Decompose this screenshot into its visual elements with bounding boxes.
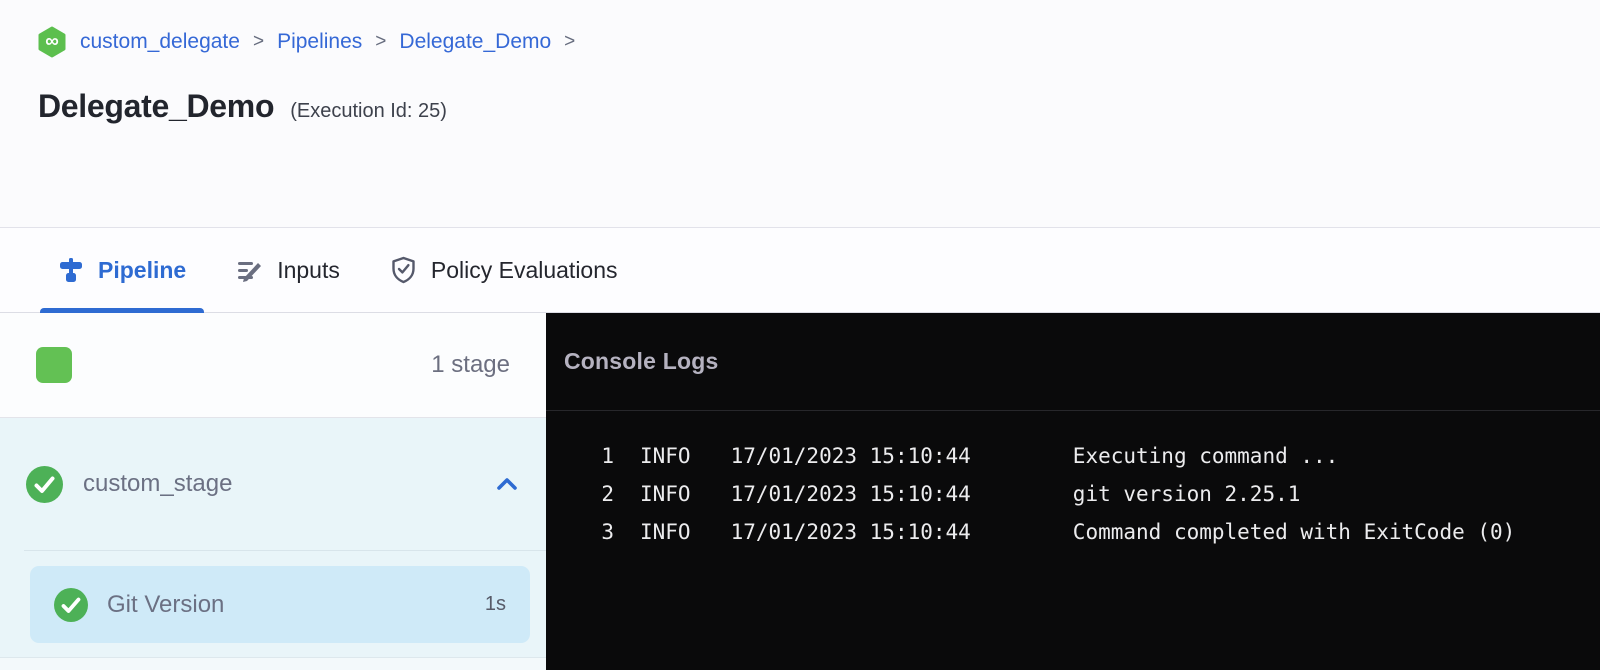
- title-row: Delegate_Demo (Execution Id: 25): [0, 58, 1600, 125]
- breadcrumb-separator: >: [252, 31, 265, 53]
- log-line-number: 1: [600, 444, 614, 468]
- tab-pipeline[interactable]: Pipeline: [40, 228, 204, 312]
- log-line: 2 INFO 17/01/2023 15:10:44 git version 2…: [546, 475, 1600, 513]
- log-level: INFO: [640, 482, 691, 506]
- log-level: INFO: [640, 520, 691, 544]
- stages-panel: 1 stage custom_stage: [0, 313, 546, 670]
- log-message: Executing command ...: [1073, 444, 1339, 468]
- console-log-list: 1 INFO 17/01/2023 15:10:44 Executing com…: [546, 411, 1600, 551]
- chevron-up-icon: [494, 474, 520, 494]
- execution-content: 1 stage custom_stage: [0, 313, 1600, 670]
- page-header: ∞ custom_delegate > Pipelines > Delegate…: [0, 0, 1600, 227]
- breadcrumb-separator: >: [563, 31, 576, 53]
- tab-inputs[interactable]: Inputs: [218, 228, 358, 312]
- step-name: Git Version: [107, 591, 224, 619]
- tab-bar: Pipeline Inputs Policy Evaluations: [0, 227, 1600, 313]
- step-row-git-version[interactable]: Git Version 1s: [30, 566, 530, 643]
- stage-count-label: 1 stage: [431, 351, 510, 379]
- stage-row-custom-stage[interactable]: custom_stage: [0, 418, 546, 550]
- tab-label: Inputs: [277, 257, 340, 284]
- execution-id-label: (Execution Id: 25): [290, 100, 447, 123]
- log-message: Command completed with ExitCode (0): [1073, 520, 1516, 544]
- app-root: ∞ custom_delegate > Pipelines > Delegate…: [0, 0, 1600, 670]
- console-title: Console Logs: [564, 348, 718, 375]
- breadcrumb-link-pipelines[interactable]: Pipelines: [277, 30, 362, 54]
- project-icon: ∞: [36, 26, 68, 58]
- console-header: Console Logs: [546, 313, 1600, 411]
- log-timestamp: 17/01/2023 15:10:44: [731, 520, 971, 544]
- tab-label: Pipeline: [98, 257, 186, 284]
- breadcrumb: ∞ custom_delegate > Pipelines > Delegate…: [0, 0, 1600, 58]
- stage-status-square-icon: [36, 347, 72, 383]
- log-line: 3 INFO 17/01/2023 15:10:44 Command compl…: [546, 513, 1600, 551]
- success-check-icon: [54, 588, 88, 622]
- stage-section: custom_stage Git Version: [0, 418, 546, 670]
- page-title: Delegate_Demo: [38, 88, 274, 125]
- stage-name: custom_stage: [83, 470, 232, 498]
- shield-check-icon: [390, 256, 417, 284]
- tab-label: Policy Evaluations: [431, 257, 618, 284]
- log-message: git version 2.25.1: [1073, 482, 1301, 506]
- log-timestamp: 17/01/2023 15:10:44: [731, 444, 971, 468]
- infinity-icon: ∞: [36, 26, 68, 58]
- breadcrumb-link-project[interactable]: custom_delegate: [80, 30, 240, 54]
- breadcrumb-separator: >: [374, 31, 387, 53]
- console-logs-panel: Console Logs 1 INFO 17/01/2023 15:10:44 …: [546, 313, 1600, 670]
- log-line: 1 INFO 17/01/2023 15:10:44 Executing com…: [546, 437, 1600, 475]
- log-level: INFO: [640, 444, 691, 468]
- stage-count-row: 1 stage: [0, 313, 546, 418]
- breadcrumb-link-pipeline-name[interactable]: Delegate_Demo: [399, 30, 551, 54]
- panel-footer-strip: [0, 658, 546, 670]
- collapse-stage-button[interactable]: [494, 474, 520, 494]
- log-line-number: 2: [600, 482, 614, 506]
- pipeline-icon: [58, 257, 84, 283]
- inputs-edit-icon: [236, 257, 263, 283]
- log-line-number: 3: [600, 520, 614, 544]
- tab-policy-evaluations[interactable]: Policy Evaluations: [372, 228, 636, 312]
- divider: [24, 550, 546, 551]
- step-duration: 1s: [485, 593, 506, 616]
- log-timestamp: 17/01/2023 15:10:44: [731, 482, 971, 506]
- success-check-icon: [26, 466, 63, 503]
